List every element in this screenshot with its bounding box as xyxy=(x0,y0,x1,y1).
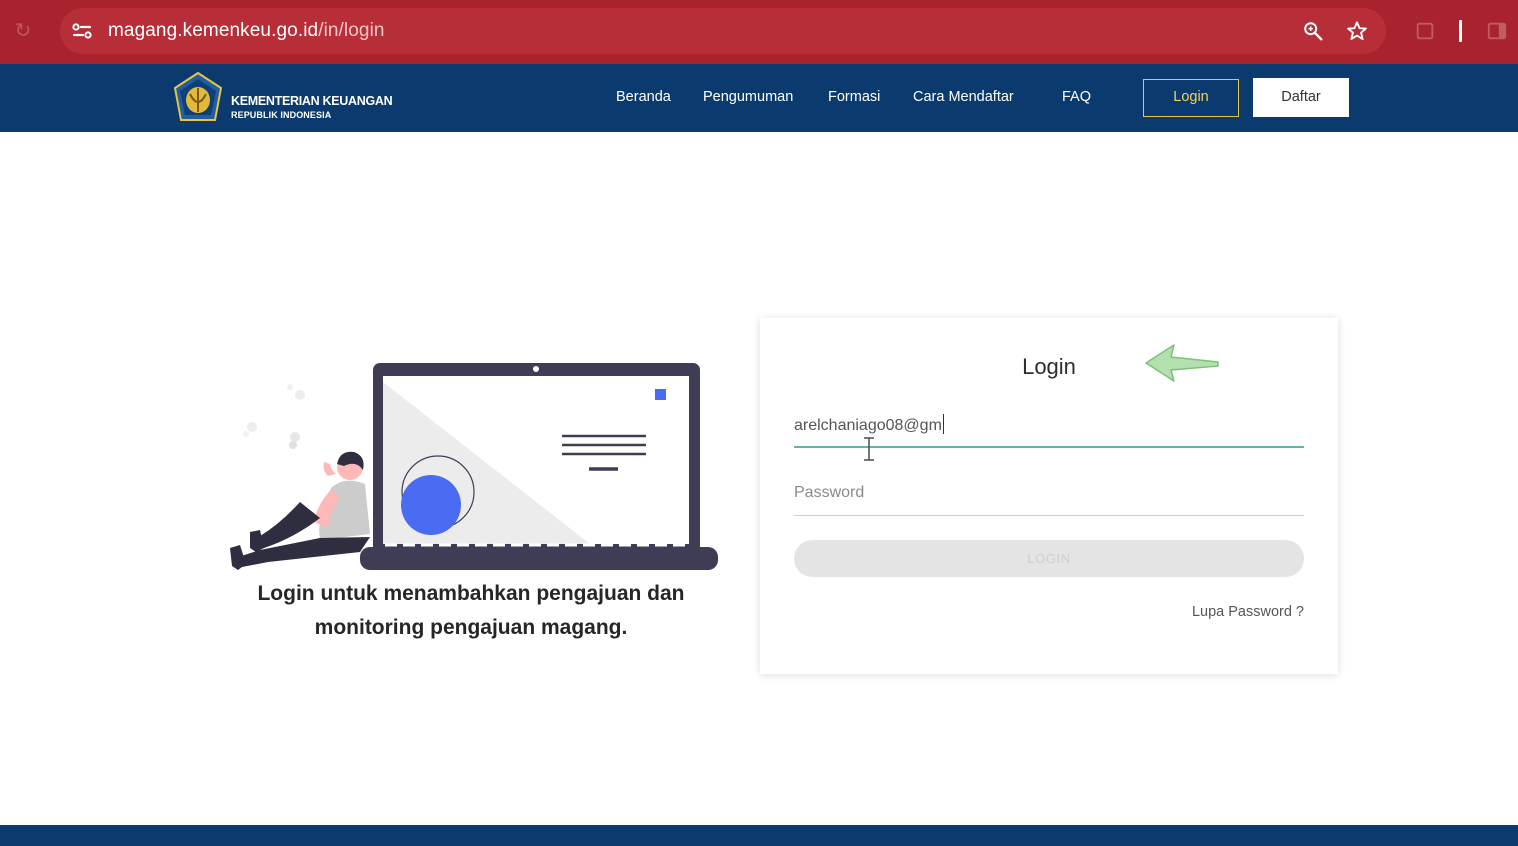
kemenkeu-emblem-icon[interactable] xyxy=(170,70,226,126)
url-path: /in/login xyxy=(318,20,385,41)
nav-formasi[interactable]: Formasi xyxy=(828,89,880,105)
url-text[interactable]: magang.kemenkeu.go.id/in/login xyxy=(108,20,385,42)
side-panel-icon[interactable] xyxy=(1486,20,1508,42)
login-submit-button[interactable]: LOGIN xyxy=(794,540,1304,577)
nav-beranda[interactable]: Beranda xyxy=(616,89,671,105)
logo-subtitle: REPUBLIK INDONESIA xyxy=(231,110,332,120)
login-illustration xyxy=(230,363,718,570)
mouse-text-cursor-icon xyxy=(864,437,874,461)
promo-text: Login untuk menambahkan pengajuan dan mo… xyxy=(221,577,721,645)
browser-toolbar: ↻ magang.kemenkeu.go.id/in/login xyxy=(0,0,1518,64)
site-header: KEMENTERIAN KEUANGAN REPUBLIK INDONESIA … xyxy=(0,64,1518,132)
forgot-password-link[interactable]: Lupa Password ? xyxy=(1192,604,1304,620)
header-login-button[interactable]: Login xyxy=(1143,79,1239,117)
extensions-icon[interactable] xyxy=(1414,20,1436,42)
footer-strip xyxy=(0,825,1518,846)
login-card-title: Login xyxy=(1022,354,1076,379)
promo-line-1: Login untuk menambahkan pengajuan dan xyxy=(257,582,685,605)
site-info-icon[interactable] xyxy=(70,19,94,43)
left-arrow-annotation-icon xyxy=(1145,344,1219,382)
toolbar-divider xyxy=(1459,20,1462,42)
zoom-icon[interactable] xyxy=(1302,20,1324,42)
login-card: Login arelchaniago08@gm Password LOGIN L… xyxy=(760,318,1338,674)
text-caret xyxy=(942,414,945,434)
address-bar[interactable]: magang.kemenkeu.go.id/in/login xyxy=(60,8,1386,54)
bookmark-star-icon[interactable] xyxy=(1346,20,1368,42)
email-input-value: arelchaniago08@gm xyxy=(794,417,942,434)
nav-faq[interactable]: FAQ xyxy=(1062,89,1091,105)
password-input[interactable]: Password xyxy=(794,478,1304,516)
promo-line-2: monitoring pengajuan magang. xyxy=(314,616,628,639)
nav-cara-mendaftar[interactable]: Cara Mendaftar xyxy=(913,89,1014,105)
url-host: magang.kemenkeu.go.id xyxy=(108,20,319,41)
logo-title[interactable]: KEMENTERIAN KEUANGAN xyxy=(231,94,393,108)
nav-pengumuman[interactable]: Pengumuman xyxy=(703,89,793,105)
header-daftar-button[interactable]: Daftar xyxy=(1253,78,1349,117)
reload-icon[interactable]: ↻ xyxy=(12,20,34,42)
